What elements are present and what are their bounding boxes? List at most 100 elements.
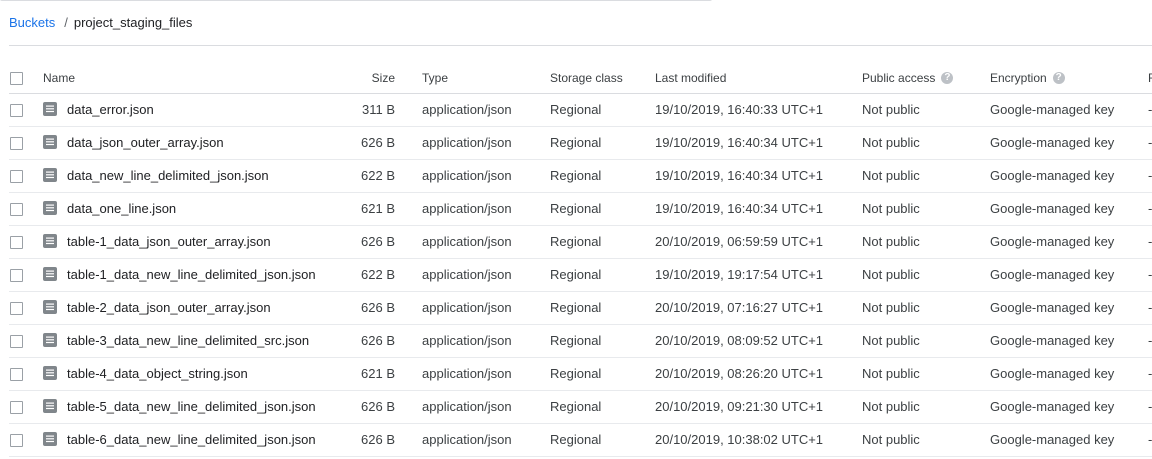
table-row[interactable]: table-2_data_json_outer_array.json 626 B a… bbox=[9, 291, 1152, 324]
column-header-encryption[interactable]: Encryption? bbox=[990, 63, 1148, 94]
column-header-public-access-label: Public access bbox=[862, 70, 936, 85]
select-all-checkbox[interactable] bbox=[10, 71, 23, 85]
column-header-type[interactable]: Type bbox=[422, 63, 550, 94]
object-name-cell: table-4_data_object_string.json bbox=[43, 357, 355, 390]
object-size: 626 B bbox=[361, 135, 395, 150]
table-row[interactable]: data_one_line.json 621 B application/json R… bbox=[9, 192, 1152, 225]
object-size: 626 B bbox=[361, 300, 395, 315]
table-row[interactable]: table-6_data_new_line_delimited_json.jso… bbox=[9, 423, 1152, 456]
row-checkbox[interactable] bbox=[10, 170, 23, 184]
object-name-cell: table-3_data_new_line_delimited_src.json bbox=[43, 324, 355, 357]
object-encryption: Google-managed key bbox=[990, 366, 1115, 381]
row-checkbox[interactable] bbox=[10, 104, 23, 118]
object-name-link[interactable]: table-3_data_new_line_delimited_src.json bbox=[67, 333, 309, 348]
object-name-link[interactable]: table-1_data_json_outer_array.json bbox=[67, 234, 271, 249]
object-name-link[interactable]: data_new_line_delimited_json.json bbox=[67, 168, 269, 183]
row-select-cell bbox=[9, 423, 43, 456]
file-document-icon bbox=[43, 432, 57, 447]
object-name-link[interactable]: table-1_data_new_line_delimited_json.jso… bbox=[67, 267, 316, 282]
table-row[interactable]: table-4_data_object_string.json 621 B appl… bbox=[9, 357, 1152, 390]
object-last-modified: 19/10/2019, 16:40:34 UTC+1 bbox=[655, 168, 824, 183]
row-select-cell bbox=[9, 324, 43, 357]
object-last-modified: 20/10/2019, 10:38:02 UTC+1 bbox=[655, 432, 824, 447]
object-type: application/json bbox=[422, 333, 512, 348]
object-name-link[interactable]: table-4_data_object_string.json bbox=[67, 366, 248, 381]
object-public-access: Not public bbox=[862, 168, 920, 183]
row-checkbox[interactable] bbox=[10, 335, 23, 349]
object-truncated-column: - bbox=[1148, 168, 1152, 183]
column-header-truncated[interactable]: F bbox=[1148, 63, 1152, 94]
object-storage-class: Regional bbox=[550, 300, 602, 315]
file-document-icon bbox=[43, 168, 57, 183]
object-name-link[interactable]: data_error.json bbox=[67, 102, 154, 117]
object-storage-class: Regional bbox=[550, 201, 602, 216]
table-row[interactable]: data_error.json 311 B application/json Regi… bbox=[9, 93, 1152, 126]
object-name-cell: table-5_data_new_line_delimited_json.jso… bbox=[43, 390, 355, 423]
object-type: application/json bbox=[422, 399, 512, 414]
object-name-cell: data_one_line.json bbox=[43, 192, 355, 225]
object-name-cell: data_json_outer_array.json bbox=[43, 126, 355, 159]
file-document-icon bbox=[43, 102, 57, 117]
help-circle-icon[interactable]: ? bbox=[1052, 71, 1065, 84]
object-name-link[interactable]: table-6_data_new_line_delimited_json.jso… bbox=[67, 432, 316, 447]
table-row[interactable]: table-3_data_new_line_delimited_src.json… bbox=[9, 324, 1152, 357]
object-storage-class: Regional bbox=[550, 168, 602, 183]
row-checkbox[interactable] bbox=[10, 236, 23, 250]
object-name-link[interactable]: table-5_data_new_line_delimited_json.jso… bbox=[67, 399, 316, 414]
object-type: application/json bbox=[422, 168, 512, 183]
object-storage-class: Regional bbox=[550, 102, 602, 117]
object-encryption: Google-managed key bbox=[990, 432, 1115, 447]
object-truncated-column: - bbox=[1148, 300, 1152, 315]
object-truncated-column: - bbox=[1148, 201, 1152, 216]
object-truncated-column: - bbox=[1148, 399, 1152, 414]
object-type: application/json bbox=[422, 201, 512, 216]
help-circle-icon[interactable]: ? bbox=[941, 71, 954, 84]
object-type: application/json bbox=[422, 432, 512, 447]
file-document-icon bbox=[43, 399, 57, 414]
object-last-modified: 20/10/2019, 07:16:27 UTC+1 bbox=[655, 300, 824, 315]
object-size: 622 B bbox=[361, 168, 395, 183]
object-storage-class: Regional bbox=[550, 366, 602, 381]
object-type: application/json bbox=[422, 135, 512, 150]
object-encryption: Google-managed key bbox=[990, 333, 1115, 348]
column-header-last-modified[interactable]: Last modified bbox=[655, 63, 862, 94]
file-document-icon bbox=[43, 267, 57, 282]
column-header-storage-class[interactable]: Storage class bbox=[550, 63, 655, 94]
object-name-link[interactable]: data_one_line.json bbox=[67, 201, 176, 216]
column-header-size[interactable]: Size bbox=[355, 63, 422, 94]
table-row[interactable]: table-1_data_new_line_delimited_json.jso… bbox=[9, 258, 1152, 291]
object-encryption: Google-managed key bbox=[990, 234, 1115, 249]
column-header-name[interactable]: Name bbox=[43, 63, 355, 94]
breadcrumb: Buckets / project_staging_files bbox=[9, 15, 192, 31]
object-truncated-column: - bbox=[1148, 366, 1152, 381]
object-size: 626 B bbox=[361, 333, 395, 348]
table-row[interactable]: data_new_line_delimited_json.json 622 B ap… bbox=[9, 159, 1152, 192]
row-checkbox[interactable] bbox=[10, 401, 23, 415]
object-name-link[interactable]: table-2_data_json_outer_array.json bbox=[67, 300, 271, 315]
file-document-icon bbox=[43, 366, 57, 381]
search-box-edge[interactable] bbox=[0, 0, 712, 1]
row-checkbox[interactable] bbox=[10, 203, 23, 217]
object-encryption: Google-managed key bbox=[990, 399, 1115, 414]
column-header-public-access[interactable]: Public access? bbox=[862, 63, 990, 94]
row-checkbox[interactable] bbox=[10, 302, 23, 316]
row-checkbox[interactable] bbox=[10, 368, 23, 382]
row-checkbox[interactable] bbox=[10, 269, 23, 283]
table-row[interactable]: table-5_data_new_line_delimited_json.jso… bbox=[9, 390, 1152, 423]
file-document-icon bbox=[43, 333, 57, 348]
object-storage-class: Regional bbox=[550, 234, 602, 249]
object-public-access: Not public bbox=[862, 300, 920, 315]
object-truncated-column: - bbox=[1148, 234, 1152, 249]
table-row[interactable]: data_json_outer_array.json 626 B applicati… bbox=[9, 126, 1152, 159]
breadcrumb-buckets-link[interactable]: Buckets bbox=[9, 15, 55, 30]
object-public-access: Not public bbox=[862, 267, 920, 282]
object-public-access: Not public bbox=[862, 366, 920, 381]
object-name-link[interactable]: data_json_outer_array.json bbox=[67, 135, 224, 150]
row-checkbox[interactable] bbox=[10, 137, 23, 151]
row-select-cell bbox=[9, 192, 43, 225]
object-storage-class: Regional bbox=[550, 135, 602, 150]
file-document-icon bbox=[43, 300, 57, 315]
row-checkbox[interactable] bbox=[10, 434, 23, 448]
table-row[interactable]: table-1_data_json_outer_array.json 626 B a… bbox=[9, 225, 1152, 258]
object-last-modified: 19/10/2019, 19:17:54 UTC+1 bbox=[655, 267, 824, 282]
